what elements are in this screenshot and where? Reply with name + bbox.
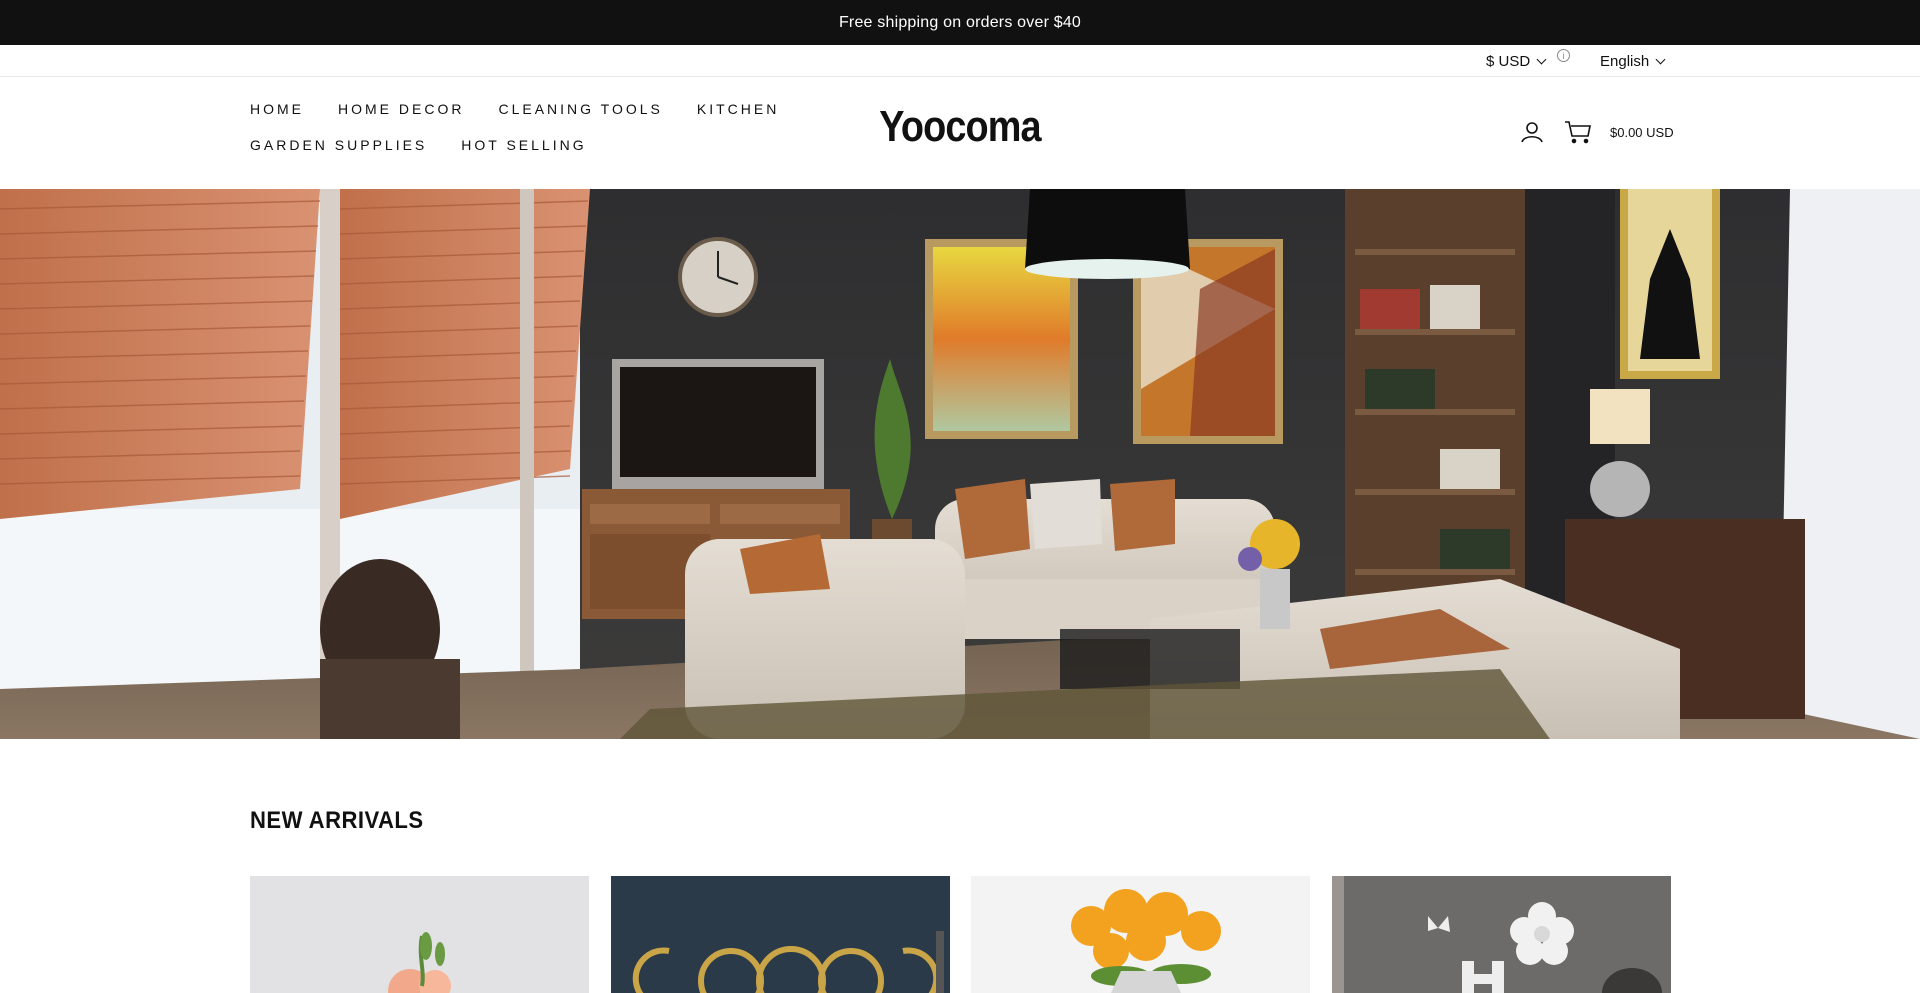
- user-icon[interactable]: [1520, 120, 1544, 144]
- nav-cleaning-tools[interactable]: CLEANING TOOLS: [498, 101, 662, 117]
- language-label: English: [1600, 52, 1650, 70]
- product-image: [250, 876, 589, 993]
- language-selector[interactable]: English: [1600, 45, 1666, 77]
- product-card-flower-arrangement[interactable]: [250, 876, 589, 993]
- site-logo[interactable]: Yoocoma: [874, 99, 1046, 155]
- currency-label: $ USD: [1486, 52, 1531, 70]
- nav-hot-selling[interactable]: HOT SELLING: [461, 137, 586, 153]
- nav-home-decor[interactable]: HOME DECOR: [338, 101, 464, 117]
- hero-banner[interactable]: [0, 189, 1920, 739]
- cart-icon[interactable]: [1564, 120, 1592, 144]
- site-header: HOME HOME DECOR CLEANING TOOLS KITCHEN G…: [0, 77, 1920, 189]
- product-card-moon-phase-wall-decor[interactable]: [611, 876, 950, 993]
- header-actions: $0.00 USD: [1520, 117, 1674, 147]
- product-card-sunflower-bouquet[interactable]: [971, 876, 1310, 993]
- nav-garden-supplies[interactable]: GARDEN SUPPLIES: [250, 137, 427, 153]
- chevron-down-icon: [1536, 54, 1547, 64]
- nav-row-1: HOME HOME DECOR CLEANING TOOLS KITCHEN: [250, 91, 810, 127]
- currency-selector[interactable]: $ USD: [1486, 45, 1547, 77]
- info-icon[interactable]: i: [1557, 49, 1570, 62]
- main-nav: HOME HOME DECOR CLEANING TOOLS KITCHEN G…: [250, 91, 810, 163]
- hero-living-room-image: [0, 189, 1920, 739]
- nav-home[interactable]: HOME: [250, 101, 304, 117]
- nav-row-2: GARDEN SUPPLIES HOT SELLING: [250, 127, 810, 163]
- new-arrivals-title: NEW ARRIVALS: [250, 807, 424, 834]
- product-image: [611, 876, 950, 993]
- product-image: [971, 876, 1310, 993]
- announcement-text: Free shipping on orders over $40: [838, 13, 1082, 31]
- announcement-bar: Free shipping on orders over $40: [0, 0, 1920, 45]
- product-card-letter-h-wall-decal[interactable]: [1332, 876, 1671, 993]
- chevron-down-icon: [1655, 54, 1666, 64]
- utility-bar: $ USD i English: [0, 45, 1920, 77]
- product-grid: [250, 876, 1671, 993]
- product-image: [1332, 876, 1671, 993]
- nav-kitchen[interactable]: KITCHEN: [697, 101, 779, 117]
- cart-total[interactable]: $0.00 USD: [1610, 125, 1674, 140]
